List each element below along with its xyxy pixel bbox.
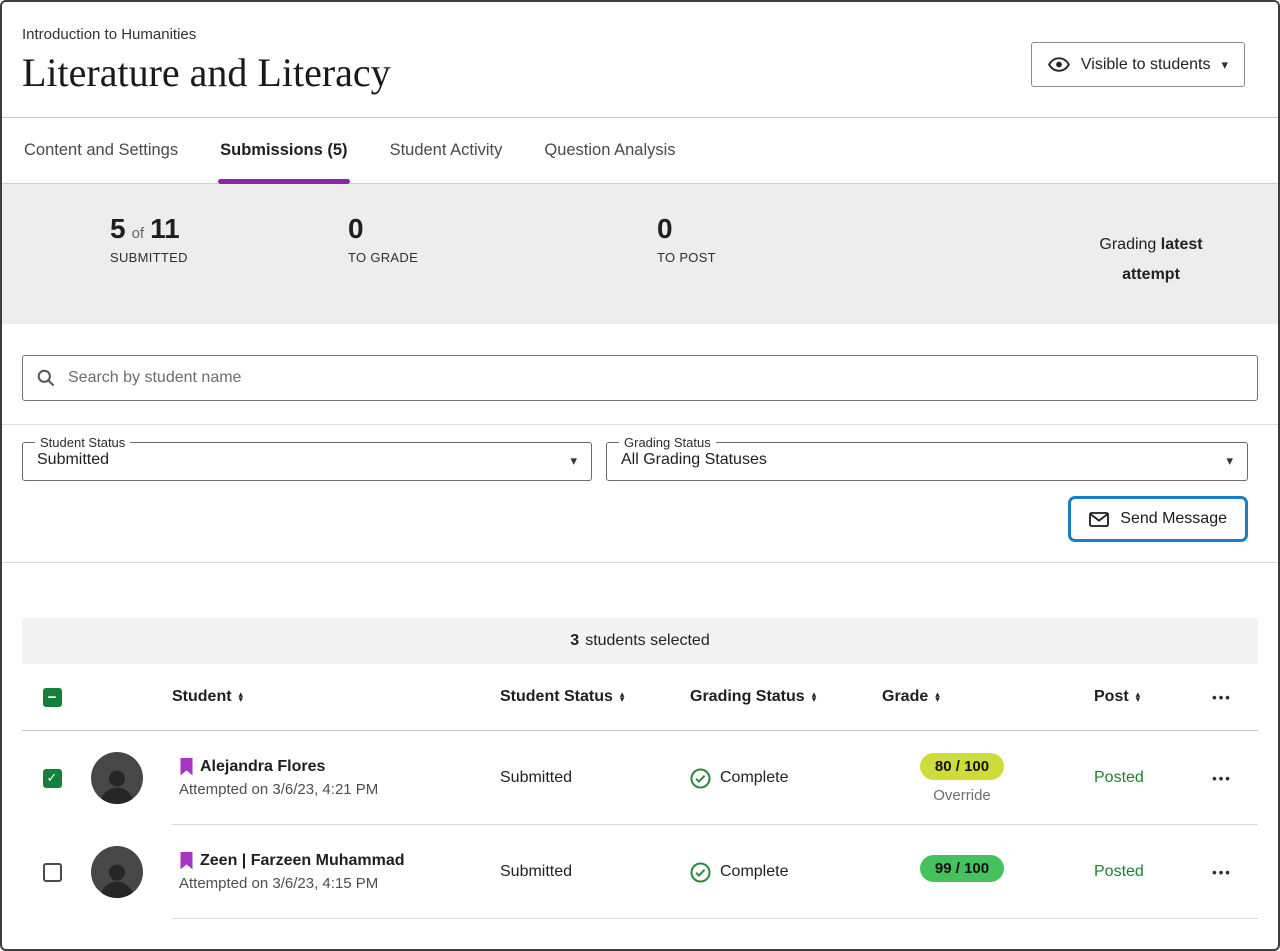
filters-section: Student Status Submitted ▾ Grading Statu… bbox=[2, 425, 1278, 563]
sort-icon: ▴▾ bbox=[935, 692, 940, 703]
select-all-checkbox[interactable]: − bbox=[43, 688, 62, 707]
sort-icon: ▴▾ bbox=[239, 692, 244, 703]
to-post-count: 0 bbox=[657, 214, 716, 245]
eye-icon bbox=[1048, 57, 1070, 72]
column-header-post[interactable]: Post ▴▾ bbox=[1062, 688, 1182, 706]
minus-icon: − bbox=[48, 689, 57, 706]
grade-cell: 80 / 100 Override bbox=[862, 753, 1062, 804]
search-box bbox=[22, 355, 1258, 401]
column-header-grading-status[interactable]: Grading Status ▴▾ bbox=[670, 688, 862, 706]
submitted-total: 11 bbox=[150, 213, 180, 244]
attempted-timestamp: Attempted on 3/6/23, 4:21 PM bbox=[179, 781, 480, 798]
to-post-label: TO POST bbox=[657, 250, 716, 265]
student-name-cell[interactable]: Zeen | Farzeen Muhammad Attempted on 3/6… bbox=[152, 852, 480, 892]
submitted-label: SUBMITTED bbox=[110, 250, 188, 265]
chevron-down-icon: ▾ bbox=[1221, 58, 1228, 71]
stat-to-grade: 0 TO GRADE bbox=[348, 214, 418, 265]
stat-submitted: 5 of 11 SUBMITTED bbox=[110, 214, 188, 265]
table-header-row: − Student ▴▾ Student Status ▴▾ Grading S… bbox=[22, 664, 1258, 731]
student-status-value: Submitted bbox=[37, 451, 109, 469]
stats-strip: 5 of 11 SUBMITTED 0 TO GRADE 0 TO POST Gra… bbox=[2, 184, 1278, 324]
column-header-student-status[interactable]: Student Status ▴▾ bbox=[480, 688, 670, 706]
sort-icon: ▴▾ bbox=[1136, 692, 1141, 703]
sort-icon: ▴▾ bbox=[620, 692, 625, 703]
grading-status-value: Complete bbox=[720, 863, 788, 881]
send-message-label: Send Message bbox=[1120, 510, 1227, 528]
tab-student-activity[interactable]: Student Activity bbox=[388, 118, 505, 183]
student-name: Zeen | Farzeen Muhammad bbox=[200, 852, 405, 870]
grading-note-prefix: Grading bbox=[1099, 236, 1156, 253]
assessment-submissions-page: Introduction to Humanities Literature an… bbox=[0, 0, 1280, 951]
bookmark-icon bbox=[179, 758, 194, 776]
grading-status-dropdown[interactable]: Grading Status All Grading Statuses ▾ bbox=[606, 435, 1248, 481]
student-name: Alejandra Flores bbox=[200, 758, 325, 776]
sort-icon: ▴▾ bbox=[812, 692, 817, 703]
grading-status-cell: Complete bbox=[670, 768, 862, 789]
search-section bbox=[2, 324, 1278, 425]
student-status-label: Student Status bbox=[35, 435, 130, 450]
breadcrumb-course-name: Introduction to Humanities bbox=[22, 26, 1258, 43]
table-overflow-menu-icon[interactable]: ••• bbox=[1212, 690, 1232, 705]
avatar bbox=[91, 846, 143, 898]
selection-summary-bar: 3 students selected bbox=[22, 618, 1258, 664]
column-header-grade[interactable]: Grade ▴▾ bbox=[862, 688, 1062, 706]
visible-to-students-button[interactable]: Visible to students ▾ bbox=[1031, 42, 1245, 87]
table-row: ✓ Alejandra Flores Attempted on 3/6/23, … bbox=[22, 731, 1258, 825]
complete-check-icon bbox=[690, 768, 711, 789]
stat-to-post: 0 TO POST bbox=[657, 214, 716, 265]
submissions-table: 3 students selected − Student ▴▾ Student… bbox=[22, 618, 1258, 919]
to-grade-count: 0 bbox=[348, 214, 418, 245]
student-status-value: Submitted bbox=[480, 769, 670, 787]
tab-submissions[interactable]: Submissions (5) bbox=[218, 118, 349, 183]
attempted-timestamp: Attempted on 3/6/23, 4:15 PM bbox=[179, 875, 480, 892]
visible-to-students-label: Visible to students bbox=[1081, 56, 1211, 74]
grade-pill[interactable]: 99 / 100 bbox=[920, 855, 1004, 882]
posted-button[interactable]: Posted bbox=[1094, 863, 1144, 881]
check-icon: ✓ bbox=[47, 770, 58, 786]
chevron-down-icon: ▾ bbox=[1226, 454, 1233, 467]
send-message-button[interactable]: Send Message bbox=[1068, 496, 1248, 542]
tab-content-and-settings[interactable]: Content and Settings bbox=[22, 118, 180, 183]
chevron-down-icon: ▾ bbox=[570, 454, 577, 467]
row-overflow-menu-icon[interactable]: ••• bbox=[1212, 771, 1232, 786]
student-status-dropdown[interactable]: Student Status Submitted ▾ bbox=[22, 435, 592, 481]
row-checkbox[interactable]: ✓ bbox=[43, 769, 62, 788]
grading-attempt-note: Grading latest attempt bbox=[1081, 230, 1221, 289]
grading-status-label: Grading Status bbox=[619, 435, 716, 450]
grade-pill[interactable]: 80 / 100 bbox=[920, 753, 1004, 780]
selected-count: 3 bbox=[570, 632, 579, 650]
bookmark-icon bbox=[179, 852, 194, 870]
column-header-student[interactable]: Student ▴▾ bbox=[152, 688, 480, 706]
search-input[interactable] bbox=[68, 369, 1243, 387]
override-label: Override bbox=[933, 787, 991, 804]
to-grade-label: TO GRADE bbox=[348, 250, 418, 265]
table-row: Zeen | Farzeen Muhammad Attempted on 3/6… bbox=[22, 825, 1258, 919]
selected-text: students selected bbox=[585, 632, 710, 650]
submitted-of-label: of bbox=[132, 225, 145, 242]
student-status-value: Submitted bbox=[480, 863, 670, 881]
row-overflow-menu-icon[interactable]: ••• bbox=[1212, 865, 1232, 880]
grade-cell: 99 / 100 bbox=[862, 855, 1062, 889]
submitted-count: 5 bbox=[110, 213, 126, 244]
avatar bbox=[91, 752, 143, 804]
tab-bar: Content and Settings Submissions (5) Stu… bbox=[2, 117, 1278, 184]
envelope-icon bbox=[1089, 512, 1109, 527]
complete-check-icon bbox=[690, 862, 711, 883]
row-checkbox[interactable] bbox=[43, 863, 62, 882]
posted-button[interactable]: Posted bbox=[1094, 769, 1144, 787]
student-name-cell[interactable]: Alejandra Flores Attempted on 3/6/23, 4:… bbox=[152, 758, 480, 798]
tab-question-analysis[interactable]: Question Analysis bbox=[542, 118, 677, 183]
grading-status-value: Complete bbox=[720, 769, 788, 787]
search-icon bbox=[37, 369, 55, 387]
page-header: Introduction to Humanities Literature an… bbox=[2, 2, 1278, 117]
grading-status-value: All Grading Statuses bbox=[621, 451, 767, 469]
grading-status-cell: Complete bbox=[670, 862, 862, 883]
